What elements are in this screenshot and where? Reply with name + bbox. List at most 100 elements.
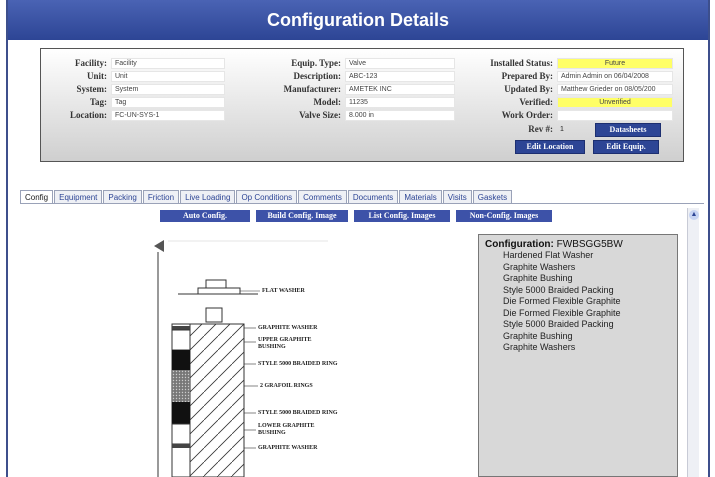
model-label: Model: — [313, 97, 342, 107]
description-value: ABC-123 — [345, 70, 455, 82]
unit-label: Unit: — [87, 71, 107, 81]
unit-value: Unit — [111, 70, 225, 82]
system-field: System: System — [45, 83, 225, 95]
manufacturer-value: AMETEK INC — [345, 83, 455, 95]
edit-equip-button[interactable]: Edit Equip. — [593, 140, 659, 154]
tab-bar: Config Equipment Packing Friction Live L… — [20, 190, 513, 204]
label-flat-washer: FLAT WASHER — [262, 288, 305, 294]
edit-location-button[interactable]: Edit Location — [515, 140, 585, 154]
configuration-heading: Configuration: FWBSGG5BW — [485, 239, 671, 250]
configuration-code: FWBSGG5BW — [556, 239, 623, 250]
flat-washer — [197, 287, 241, 295]
model-field: Model: 11235 — [259, 96, 455, 108]
config-item: Graphite Washers — [503, 261, 576, 272]
gland-follower — [205, 307, 223, 323]
unit-field: Unit: Unit — [45, 70, 225, 82]
description-field: Description: ABC-123 — [259, 70, 455, 82]
tab-documents[interactable]: Documents — [347, 190, 399, 204]
configuration-summary: Configuration: FWBSGG5BW Hardened Flat W… — [478, 234, 678, 477]
graphite-washer-top — [172, 326, 190, 330]
facility-field: Facility: Facility — [45, 57, 225, 69]
work-order-input[interactable] — [557, 109, 673, 121]
config-item: Style 5000 Braided Packing — [503, 284, 614, 295]
rev-value: 1 — [560, 125, 564, 133]
installed-status-label: Installed Status: — [490, 58, 553, 68]
system-value: System — [111, 83, 225, 95]
tab-materials[interactable]: Materials — [399, 190, 442, 204]
tag-value: Tag — [111, 96, 225, 108]
system-label: System: — [76, 84, 108, 94]
model-value: 11235 — [345, 96, 455, 108]
valve-size-field: Valve Size: 8.000 in — [259, 109, 455, 121]
location-label: Location: — [70, 110, 107, 120]
work-order-label: Work Order: — [501, 110, 553, 120]
tab-comments[interactable]: Comments — [298, 190, 347, 204]
gland-nut — [205, 279, 227, 289]
verified-value: Unverified — [557, 96, 673, 108]
tag-field: Tag: Tag — [45, 96, 225, 108]
equip-type-value: Valve — [345, 57, 455, 69]
rev-label: Rev #: — [528, 124, 553, 134]
tab-visits[interactable]: Visits — [442, 190, 472, 204]
graphite-washer-bottom — [172, 444, 190, 448]
label-graphite-washer-bottom: GRAPHITE WASHER — [258, 445, 318, 451]
upper-graphite-bushing — [171, 329, 191, 351]
title-bar: Configuration Details — [8, 0, 708, 40]
prepared-by-value: Admin Admin on 06/04/2008 — [557, 70, 673, 82]
tab-gaskets[interactable]: Gaskets — [472, 190, 513, 204]
build-config-image-button[interactable]: Build Config. Image — [256, 210, 348, 222]
auto-config-button[interactable]: Auto Config. — [160, 210, 250, 222]
config-item: Graphite Bushing — [503, 330, 573, 341]
lower-graphite-bushing — [171, 423, 191, 445]
verified-field: Verified: Unverified — [459, 96, 673, 108]
updated-by-field: Updated By: Matthew Grieder on 08/05/200 — [459, 83, 673, 95]
grafoil-rings — [172, 370, 190, 402]
manufacturer-field: Manufacturer: AMETEK INC — [259, 83, 455, 95]
datasheets-button[interactable]: Datasheets — [595, 123, 661, 137]
list-config-images-button[interactable]: List Config. Images — [354, 210, 450, 222]
prepared-by-label: Prepared By: — [501, 71, 553, 81]
location-value: FC-UN-SYS-1 — [111, 109, 225, 121]
equip-type-field: Equip. Type: Valve — [259, 57, 455, 69]
equip-type-label: Equip. Type: — [291, 58, 341, 68]
label-grafoil: 2 GRAFOIL RINGS — [260, 383, 313, 389]
installed-status-field: Installed Status: Future — [459, 57, 673, 69]
packing-diagram — [154, 240, 328, 477]
label-graphite-washer-top: GRAPHITE WASHER — [258, 325, 318, 331]
verified-label: Verified: — [519, 97, 553, 107]
equipment-info-panel: Facility: Facility Unit: Unit System: Sy… — [40, 48, 684, 162]
braided-ring-top — [172, 350, 190, 370]
description-label: Description: — [293, 71, 342, 81]
vertical-scrollbar[interactable]: ▲ — [687, 208, 699, 477]
config-item: Hardened Flat Washer — [503, 250, 594, 260]
tab-config[interactable]: Config — [20, 190, 54, 204]
chevron-up-icon[interactable]: ▲ — [689, 210, 699, 220]
prepared-by-field: Prepared By: Admin Admin on 06/04/2008 — [459, 70, 673, 82]
non-config-images-button[interactable]: Non-Config. Images — [456, 210, 552, 222]
braided-ring-bottom — [172, 402, 190, 424]
tab-divider — [20, 203, 704, 204]
rev-field: Rev #: 1 — [459, 123, 577, 135]
stem-tip — [154, 240, 164, 252]
location-field: Location: FC-UN-SYS-1 — [45, 109, 225, 121]
config-item: Die Formed Flexible Graphite — [503, 296, 621, 306]
facility-value: Facility — [111, 57, 225, 69]
page-title: Configuration Details — [266, 10, 449, 30]
label-lower-bushing: LOWER GRAPHITE BUSHING — [258, 423, 315, 436]
tab-live-loading[interactable]: Live Loading — [180, 190, 236, 204]
updated-by-value: Matthew Grieder on 08/05/200 — [557, 83, 673, 95]
tab-equipment[interactable]: Equipment — [54, 190, 103, 204]
facility-label: Facility: — [75, 58, 107, 68]
updated-by-label: Updated By: — [504, 84, 553, 94]
label-braided-bottom: STYLE 5000 BRAIDED RING — [258, 410, 338, 416]
tab-friction[interactable]: Friction — [142, 190, 180, 204]
config-item: Die Formed Flexible Graphite — [503, 307, 621, 318]
valve-size-value: 8.000 in — [345, 109, 455, 121]
label-braided-top: STYLE 5000 BRAIDED RING — [258, 361, 338, 367]
configuration-label: Configuration: — [485, 239, 554, 250]
installed-status-value: Future — [557, 57, 673, 69]
tab-packing[interactable]: Packing — [103, 190, 142, 204]
manufacturer-label: Manufacturer: — [283, 84, 341, 94]
tab-op-conditions[interactable]: Op Conditions — [236, 190, 298, 204]
label-upper-bushing: UPPER GRAPHITE BUSHING — [258, 337, 312, 350]
